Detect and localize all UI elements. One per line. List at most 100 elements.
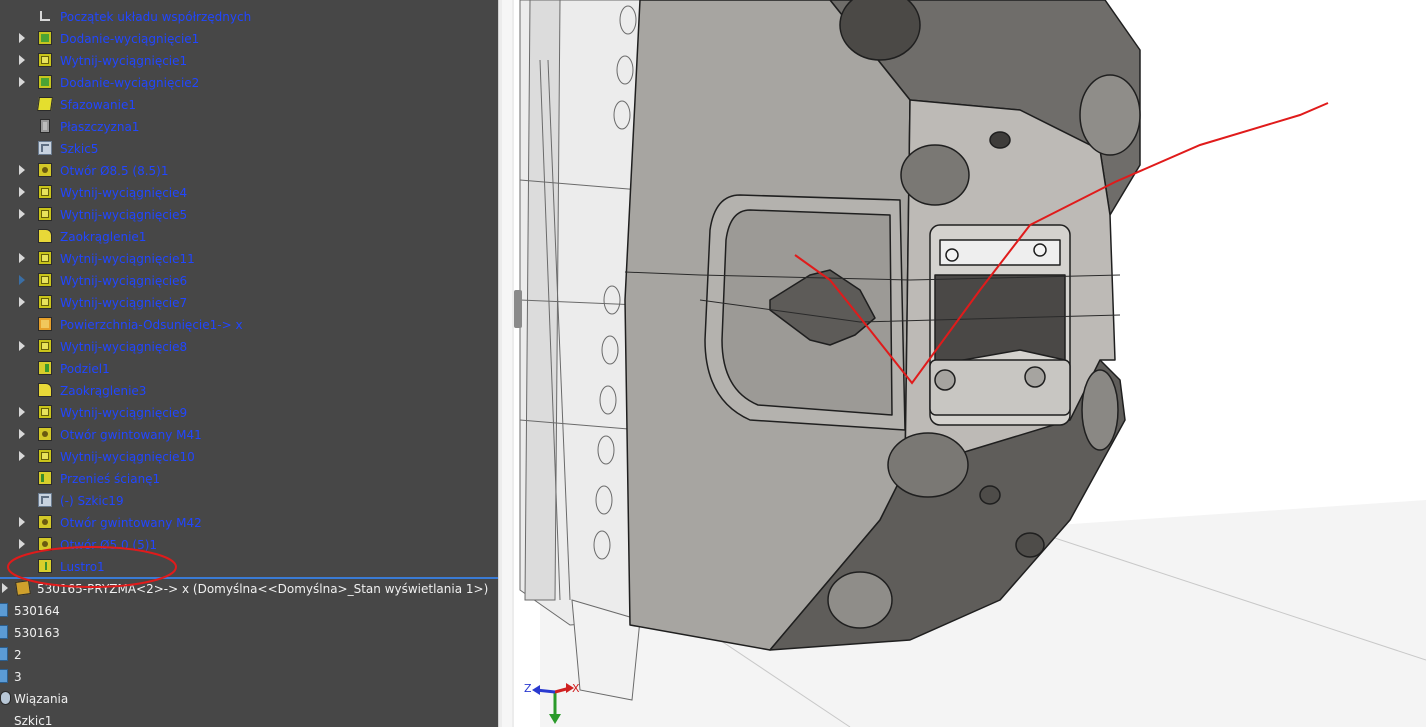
expand-arrow-icon[interactable] (19, 341, 25, 351)
expand-arrow-icon[interactable] (19, 77, 25, 87)
tree-item-part-pryzma[interactable]: 530165-PRYZMA<2>-> x (Domyślna<<Domyślna… (0, 578, 498, 600)
tree-item-label: Początek układu współrzędnych (60, 10, 252, 24)
tree-item-label: 530164 (14, 604, 60, 618)
sketch-icon (38, 493, 52, 507)
tree-item-extrude1[interactable]: Dodanie-wyciągnięcie1 (0, 28, 498, 50)
tree-item-label: (-) Szkic19 (60, 494, 124, 508)
cut-extrude-icon (38, 273, 52, 287)
tree-item-label: Wiązania (14, 692, 69, 706)
tree-item-label: 3 (14, 670, 22, 684)
expand-arrow-icon[interactable] (19, 407, 25, 417)
tree-item-component-2[interactable]: 2 (0, 644, 498, 666)
tree-item-offset-surface1[interactable]: Powierzchnia-Odsunięcie1-> x (0, 314, 498, 336)
tree-item-cut4[interactable]: Wytnij-wyciągnięcie4 (0, 182, 498, 204)
hole-wizard-icon (38, 427, 52, 441)
triad-x-label: X (572, 682, 580, 695)
tree-item-move-face1[interactable]: Przenieś ścianę1 (0, 468, 498, 490)
tree-item-label: Wytnij-wyciągnięcie8 (60, 340, 188, 354)
scrollbar-thumb[interactable] (502, 0, 512, 727)
tree-item-tapped-hole-m41[interactable]: Otwór gwintowany M41 (0, 424, 498, 446)
tree-item-cut7[interactable]: Wytnij-wyciągnięcie7 (0, 292, 498, 314)
cut-extrude-icon (38, 53, 52, 67)
tree-item-cut10[interactable]: Wytnij-wyciągnięcie10 (0, 446, 498, 468)
tree-item-chamfer1[interactable]: Sfazowanie1 (0, 94, 498, 116)
feature-manager-tree[interactable]: Początek układu współrzędnych Dodanie-wy… (0, 0, 498, 727)
panel-collapse-handle[interactable] (514, 290, 522, 328)
expand-arrow-icon[interactable] (19, 55, 25, 65)
fillet-icon (38, 229, 52, 243)
sketch-icon (38, 141, 52, 155)
cut-extrude-icon (38, 185, 52, 199)
graphics-area[interactable]: X Z (514, 0, 1426, 727)
triad-z-label: Z (524, 682, 532, 695)
expand-arrow-icon[interactable] (19, 451, 25, 461)
tree-item-cut8[interactable]: Wytnij-wyciągnięcie8 (0, 336, 498, 358)
tree-item-label: Otwór Ø5.0 (5)1 (60, 538, 158, 552)
tree-item-sketch1[interactable]: Szkic1 (0, 710, 498, 727)
tree-item-component-530163[interactable]: 530163 (0, 622, 498, 644)
transparent-components (519, 0, 641, 701)
tree-item-hole-5-0[interactable]: Otwór Ø5.0 (5)1 (0, 534, 498, 556)
extrude-icon (38, 75, 52, 89)
expand-arrow-icon[interactable] (19, 187, 25, 197)
mates-icon (0, 691, 11, 705)
tree-scrollbar[interactable] (498, 0, 515, 727)
hole-wizard-icon (38, 515, 52, 529)
tree-item-fillet1[interactable]: Zaokrąglenie1 (0, 226, 498, 248)
tree-item-mirror1[interactable]: Lustro1 (0, 556, 498, 578)
expand-arrow-icon[interactable] (19, 539, 25, 549)
expand-arrow-icon[interactable] (19, 517, 25, 527)
coordinate-system-icon (38, 9, 52, 23)
tree-item-component-530164[interactable]: 530164 (0, 600, 498, 622)
hole-wizard-icon (38, 537, 52, 551)
extrude-icon (38, 31, 52, 45)
fillet-icon (38, 383, 52, 397)
tree-item-component-3[interactable]: 3 (0, 666, 498, 688)
tree-item-sketch19[interactable]: (-) Szkic19 (0, 490, 498, 512)
tree-item-sketch5[interactable]: Szkic5 (0, 138, 498, 160)
tree-item-cut6[interactable]: Wytnij-wyciągnięcie6 (0, 270, 498, 292)
tree-item-label: Powierzchnia-Odsunięcie1-> x (60, 318, 243, 332)
part-icon (15, 580, 31, 596)
tree-item-label: Wytnij-wyciągnięcie9 (60, 406, 188, 420)
tree-item-extrude2[interactable]: Dodanie-wyciągnięcie2 (0, 72, 498, 94)
component-icon (0, 669, 8, 683)
component-icon (0, 647, 8, 661)
tree-item-label: Szkic5 (60, 142, 99, 156)
tree-item-label: Wytnij-wyciągnięcie6 (60, 274, 188, 288)
tree-item-fillet3[interactable]: Zaokrąglenie3 (0, 380, 498, 402)
tree-item-label: Zaokrąglenie1 (60, 230, 147, 244)
tree-item-label: Przenieś ścianę1 (60, 472, 161, 486)
tree-item-label: Otwór gwintowany M41 (60, 428, 202, 442)
expand-arrow-icon[interactable] (2, 583, 8, 593)
tree-item-cut9[interactable]: Wytnij-wyciągnięcie9 (0, 402, 498, 424)
tree-item-label: Zaokrąglenie3 (60, 384, 147, 398)
tree-item-cut1[interactable]: Wytnij-wyciągnięcie1 (0, 50, 498, 72)
split-icon (38, 361, 52, 375)
move-face-icon (38, 471, 52, 485)
expand-arrow-icon[interactable] (19, 33, 25, 43)
mirror-icon (38, 559, 52, 573)
tree-item-plane1[interactable]: Płaszczyzna1 (0, 116, 498, 138)
expand-arrow-icon[interactable] (19, 209, 25, 219)
tree-item-label: 2 (14, 648, 22, 662)
expand-arrow-icon[interactable] (19, 429, 25, 439)
tree-item-mates[interactable]: Wiązania (0, 688, 498, 710)
expand-arrow-icon[interactable] (19, 253, 25, 263)
tree-item-hole-8-5[interactable]: Otwór Ø8.5 (8.5)1 (0, 160, 498, 182)
expand-arrow-icon[interactable] (19, 297, 25, 307)
chamfer-icon (37, 97, 53, 111)
tree-item-cut5[interactable]: Wytnij-wyciągnięcie5 (0, 204, 498, 226)
tree-item-label: Wytnij-wyciągnięcie1 (60, 54, 188, 68)
tree-item-label: Dodanie-wyciągnięcie2 (60, 76, 200, 90)
cut-extrude-icon (38, 449, 52, 463)
tree-item-origin[interactable]: Początek układu współrzędnych (0, 6, 498, 28)
expand-arrow-icon[interactable] (19, 165, 25, 175)
tree-item-cut11[interactable]: Wytnij-wyciągnięcie11 (0, 248, 498, 270)
tree-item-label: Sfazowanie1 (60, 98, 136, 112)
component-icon (0, 625, 8, 639)
tree-item-split1[interactable]: Podziel1 (0, 358, 498, 380)
tree-item-tapped-hole-m42[interactable]: Otwór gwintowany M42 (0, 512, 498, 534)
expand-arrow-icon[interactable] (19, 275, 25, 285)
tree-item-label: Lustro1 (60, 560, 105, 574)
